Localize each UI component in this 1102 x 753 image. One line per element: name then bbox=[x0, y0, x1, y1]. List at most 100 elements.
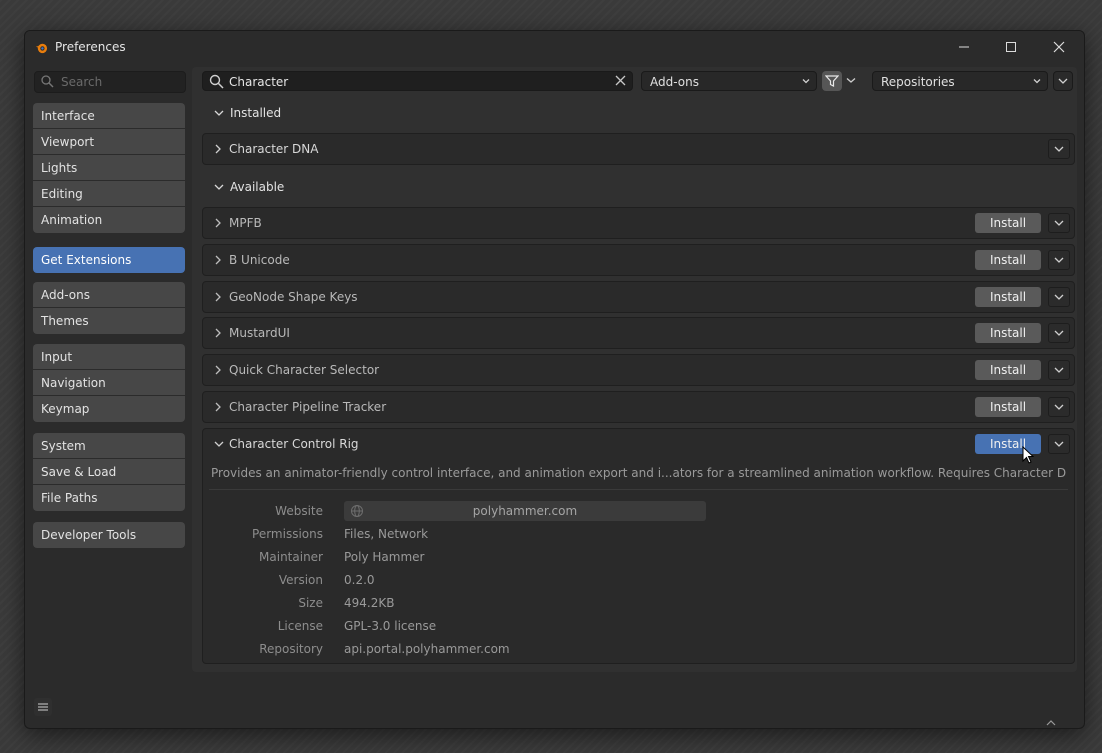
sidebar-item-system[interactable]: System bbox=[33, 433, 185, 459]
sidebar-item-navigation[interactable]: Navigation bbox=[33, 370, 185, 396]
close-icon bbox=[1053, 41, 1065, 53]
row-menu-button[interactable] bbox=[1048, 139, 1070, 159]
row-menu-button[interactable] bbox=[1048, 287, 1070, 307]
row-menu-button[interactable] bbox=[1048, 434, 1070, 454]
nav-group-2: Get Extensions bbox=[33, 247, 185, 273]
sidebar-item-file-paths[interactable]: File Paths bbox=[33, 485, 185, 511]
available-row-mpfb[interactable]: MPFB Install bbox=[202, 207, 1075, 239]
extension-search-input[interactable]: Character bbox=[202, 71, 633, 91]
row-menu-button[interactable] bbox=[1048, 323, 1070, 343]
search-icon bbox=[209, 74, 224, 89]
available-row-b-unicode[interactable]: B Unicode Install bbox=[202, 244, 1075, 276]
available-row-character-pipeline-tracker[interactable]: Character Pipeline Tracker Install bbox=[202, 391, 1075, 423]
type-dropdown[interactable]: Add-ons bbox=[641, 71, 817, 91]
install-button[interactable]: Install bbox=[975, 360, 1041, 380]
extension-name: B Unicode bbox=[229, 253, 290, 267]
maintainer-label: Maintainer bbox=[259, 550, 323, 564]
sidebar-item-developer-tools[interactable]: Developer Tools bbox=[33, 522, 185, 548]
available-row-geonode-shape-keys[interactable]: GeoNode Shape Keys Install bbox=[202, 281, 1075, 313]
sidebar-item-add-ons[interactable]: Add-ons bbox=[33, 282, 185, 308]
permissions-label: Permissions bbox=[252, 527, 323, 541]
minimize-button[interactable] bbox=[941, 31, 987, 63]
chevron-down-icon bbox=[1054, 367, 1064, 373]
sidebar-search-placeholder: Search bbox=[61, 75, 103, 89]
extension-name: MPFB bbox=[229, 216, 262, 230]
chevron-right-icon bbox=[215, 365, 221, 375]
nav-group-3: Add-ons Themes bbox=[33, 282, 185, 334]
size-value: 494.2KB bbox=[344, 596, 395, 610]
available-section-header[interactable]: Available bbox=[214, 177, 284, 197]
chevron-down-icon bbox=[1054, 257, 1064, 263]
chevron-up-icon[interactable] bbox=[1045, 719, 1057, 727]
chevron-down-icon bbox=[846, 78, 856, 83]
installed-row-character-dna[interactable]: Character DNA bbox=[202, 133, 1075, 165]
version-label: Version bbox=[278, 573, 323, 587]
license-label: License bbox=[277, 619, 323, 633]
sidebar-item-interface[interactable]: Interface bbox=[33, 103, 185, 129]
filter-icon bbox=[825, 75, 839, 87]
installed-section-label: Installed bbox=[230, 106, 282, 120]
expanded-row-character-control-rig: Character Control Rig Install Provides a… bbox=[202, 428, 1075, 664]
chevron-down-icon bbox=[1054, 146, 1064, 152]
sidebar-item-animation[interactable]: Animation bbox=[33, 207, 185, 233]
extensions-panel: Character Add-ons Repositories Installed… bbox=[192, 67, 1077, 672]
extension-search-value: Character bbox=[229, 75, 289, 89]
install-button[interactable]: Install bbox=[975, 250, 1041, 270]
repository-label: Repository bbox=[259, 642, 323, 656]
chevron-right-icon bbox=[215, 402, 221, 412]
options-menu-button[interactable] bbox=[1053, 71, 1073, 91]
row-menu-button[interactable] bbox=[1048, 213, 1070, 233]
maximize-button[interactable] bbox=[988, 31, 1034, 63]
nav-group-5: System Save & Load File Paths bbox=[33, 433, 185, 511]
sidebar-item-editing[interactable]: Editing bbox=[33, 181, 185, 207]
chevron-down-icon bbox=[214, 184, 224, 190]
maximize-icon bbox=[1006, 42, 1016, 52]
repositories-dropdown[interactable]: Repositories bbox=[872, 71, 1048, 91]
clear-search-icon[interactable] bbox=[615, 75, 626, 86]
chevron-down-icon[interactable] bbox=[213, 440, 225, 450]
install-button[interactable]: Install bbox=[975, 323, 1041, 343]
website-value: polyhammer.com bbox=[472, 504, 578, 518]
row-menu-button[interactable] bbox=[1048, 397, 1070, 417]
sidebar-item-keymap[interactable]: Keymap bbox=[33, 396, 185, 422]
minimize-icon bbox=[959, 46, 969, 48]
chevron-down-icon bbox=[1054, 330, 1064, 336]
nav-group-1: Interface Viewport Lights Editing Animat… bbox=[33, 103, 185, 233]
chevron-down-icon bbox=[1054, 441, 1064, 447]
chevron-down-icon bbox=[1054, 220, 1064, 226]
chevron-down-icon bbox=[1058, 78, 1068, 84]
maintainer-value: Poly Hammer bbox=[344, 550, 425, 564]
website-link-button[interactable]: polyhammer.com bbox=[344, 501, 706, 521]
extension-name: Quick Character Selector bbox=[229, 363, 380, 377]
sidebar-search-input[interactable]: Search bbox=[34, 71, 186, 93]
chevron-right-icon bbox=[215, 328, 221, 338]
close-button[interactable] bbox=[1036, 31, 1082, 63]
sidebar-item-lights[interactable]: Lights bbox=[33, 155, 185, 181]
row-menu-button[interactable] bbox=[1048, 360, 1070, 380]
extension-name: Character Pipeline Tracker bbox=[229, 400, 387, 414]
hamburger-icon bbox=[38, 703, 48, 711]
install-button[interactable]: Install bbox=[975, 397, 1041, 417]
mouse-cursor-icon bbox=[1022, 446, 1035, 464]
divider bbox=[209, 489, 1068, 490]
available-row-quick-character-selector[interactable]: Quick Character Selector Install bbox=[202, 354, 1075, 386]
size-label: Size bbox=[298, 596, 323, 610]
preferences-menu-button[interactable] bbox=[34, 698, 52, 716]
row-menu-button[interactable] bbox=[1048, 250, 1070, 270]
sidebar-item-viewport[interactable]: Viewport bbox=[33, 129, 185, 155]
installed-section-header[interactable]: Installed bbox=[214, 103, 281, 123]
sidebar-item-input[interactable]: Input bbox=[33, 344, 185, 370]
website-label: Website bbox=[275, 504, 323, 518]
filter-button[interactable] bbox=[822, 71, 862, 91]
sidebar-item-themes[interactable]: Themes bbox=[33, 308, 185, 334]
install-button[interactable]: Install bbox=[975, 213, 1041, 233]
sidebar-item-get-extensions[interactable]: Get Extensions bbox=[33, 247, 185, 273]
chevron-down-icon bbox=[1054, 404, 1064, 410]
extension-name: MustardUI bbox=[229, 326, 290, 340]
chevron-right-icon bbox=[215, 255, 221, 265]
sidebar-item-save-load[interactable]: Save & Load bbox=[33, 459, 185, 485]
install-button[interactable]: Install bbox=[975, 287, 1041, 307]
available-row-mustardui[interactable]: MustardUI Install bbox=[202, 317, 1075, 349]
available-section-label: Available bbox=[230, 180, 285, 194]
preferences-window: Preferences Search Interface Viewport Li… bbox=[24, 30, 1085, 729]
